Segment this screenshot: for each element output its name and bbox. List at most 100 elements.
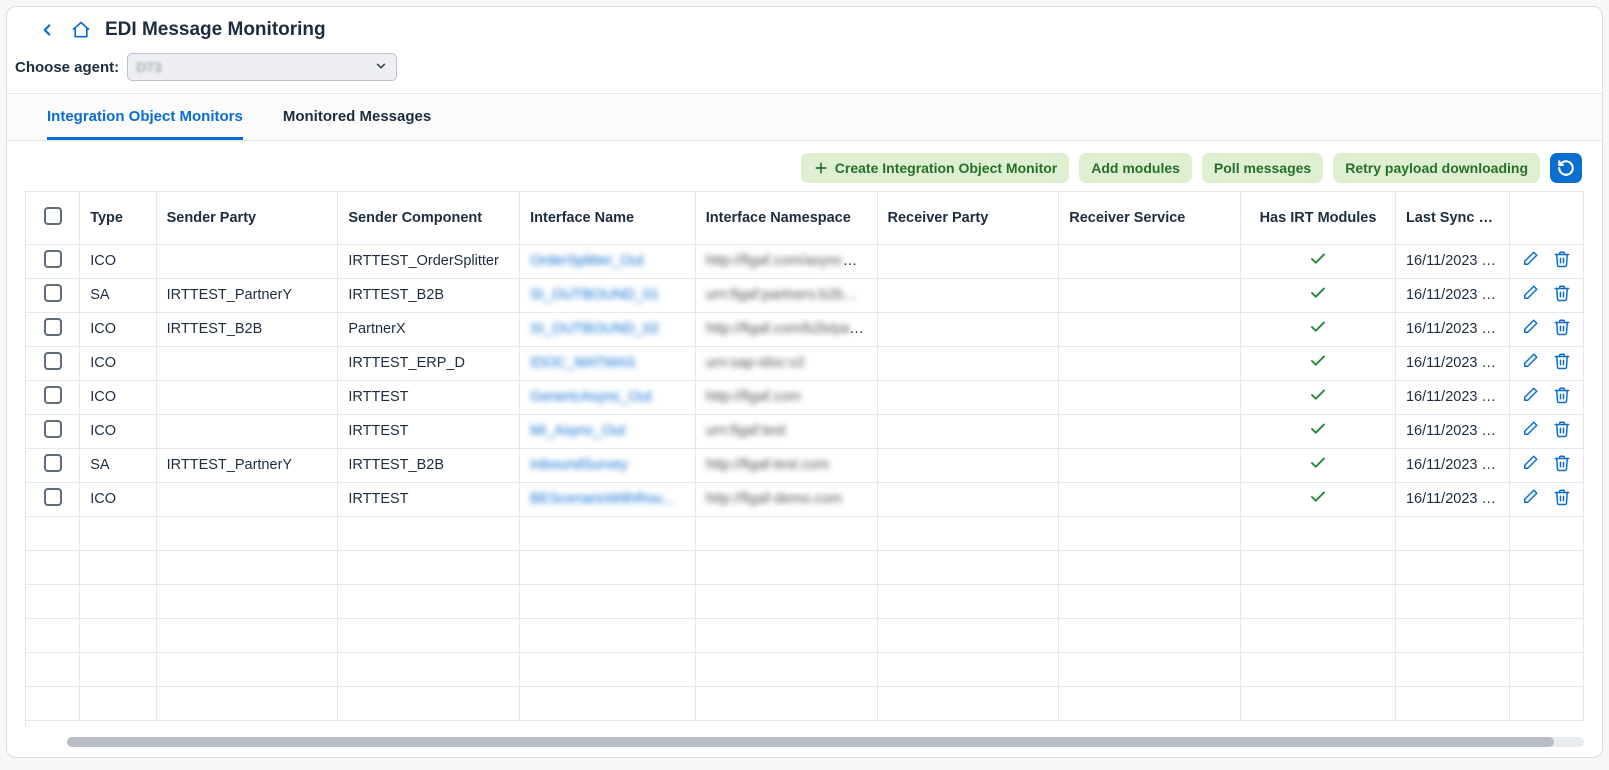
edit-button[interactable] <box>1521 386 1539 408</box>
col-receiver-party[interactable]: Receiver Party <box>877 192 1059 244</box>
cell-interface-namespace: urn:figaf:test <box>695 414 877 448</box>
row-checkbox[interactable] <box>44 250 62 268</box>
cell-has-irt <box>1241 278 1396 312</box>
col-interface-name[interactable]: Interface Name <box>520 192 696 244</box>
table-row: ICOIRTTESTBEScenarioWithRou…http://figaf… <box>26 482 1584 516</box>
cell-actions <box>1509 244 1583 278</box>
cell-interface-name[interactable]: OrderSplitter_Out <box>520 244 696 278</box>
poll-messages-button[interactable]: Poll messages <box>1202 153 1323 183</box>
delete-button[interactable] <box>1553 420 1571 442</box>
col-actions <box>1509 192 1583 244</box>
chevron-down-icon <box>374 59 388 76</box>
cell-interface-name[interactable]: MI_Async_Out <box>520 414 696 448</box>
cell-last-sync: 16/11/2023 16:2 <box>1395 244 1509 278</box>
cell-receiver-party <box>877 380 1059 414</box>
tab-monitored-messages[interactable]: Monitored Messages <box>283 94 431 140</box>
col-last-sync[interactable]: Last Sync Date <box>1395 192 1509 244</box>
cell-interface-name[interactable]: BEScenarioWithRou… <box>520 482 696 516</box>
table-row: SAIRTTEST_PartnerYIRTTEST_B2BSI_OUTBOUND… <box>26 278 1584 312</box>
table-wrapper: Type Sender Party Sender Component Inter… <box>25 191 1584 727</box>
col-interface-namespace[interactable]: Interface Namespace <box>695 192 877 244</box>
agent-select[interactable]: D73 <box>127 53 397 81</box>
page-title: EDI Message Monitoring <box>105 19 326 41</box>
table-row-empty <box>26 584 1584 618</box>
horizontal-scrollbar[interactable] <box>67 737 1584 747</box>
cell-receiver-service <box>1059 278 1241 312</box>
select-all-checkbox[interactable] <box>44 207 62 225</box>
cell-interface-name[interactable]: InboundSurvey <box>520 448 696 482</box>
cell-sender-party <box>156 482 338 516</box>
cell-interface-name[interactable]: SI_OUTBOUND_02 <box>520 312 696 346</box>
cell-sender-party: IRTTEST_PartnerY <box>156 278 338 312</box>
cell-has-irt <box>1241 346 1396 380</box>
table-row-empty <box>26 550 1584 584</box>
row-checkbox[interactable] <box>44 420 62 438</box>
edit-button[interactable] <box>1521 420 1539 442</box>
home-button[interactable] <box>71 20 91 40</box>
cell-receiver-service <box>1059 244 1241 278</box>
cell-sender-component: IRTTEST_B2B <box>338 448 520 482</box>
edit-button[interactable] <box>1521 318 1539 340</box>
col-sender-party[interactable]: Sender Party <box>156 192 338 244</box>
col-has-irt[interactable]: Has IRT Modules <box>1241 192 1396 244</box>
horizontal-scrollbar-thumb[interactable] <box>67 737 1554 747</box>
edit-button[interactable] <box>1521 454 1539 476</box>
edit-button[interactable] <box>1521 284 1539 306</box>
row-checkbox[interactable] <box>44 454 62 472</box>
edit-button[interactable] <box>1521 488 1539 510</box>
cell-type: ICO <box>80 482 156 516</box>
cell-receiver-service <box>1059 448 1241 482</box>
table-body: ICO IRTTEST_OrderSplitterOrderSplitter_Ou… <box>26 244 1584 720</box>
cell-sender-component: IRTTEST_OrderSplitter <box>338 244 520 278</box>
cell-has-irt <box>1241 448 1396 482</box>
check-icon <box>1309 456 1327 476</box>
cell-interface-name[interactable]: IDOC_MATMAS <box>520 346 696 380</box>
delete-button[interactable] <box>1553 454 1571 476</box>
cell-receiver-service <box>1059 312 1241 346</box>
cell-interface-name[interactable]: SI_OUTBOUND_01 <box>520 278 696 312</box>
add-modules-button[interactable]: Add modules <box>1079 153 1192 183</box>
row-checkbox[interactable] <box>44 352 62 370</box>
cell-has-irt <box>1241 414 1396 448</box>
cell-interface-namespace: urn:figaf:partners:b2b… <box>695 278 877 312</box>
col-type[interactable]: Type <box>80 192 156 244</box>
row-checkbox[interactable] <box>44 284 62 302</box>
table-row: ICOIRTTEST_ERP_DIDOC_MATMASurn:sap-idoc:… <box>26 346 1584 380</box>
row-checkbox[interactable] <box>44 386 62 404</box>
cell-actions <box>1509 482 1583 516</box>
table-row: ICO IRTTEST_OrderSplitterOrderSplitter_Ou… <box>26 244 1584 278</box>
back-button[interactable] <box>37 20 57 40</box>
cell-last-sync: 16/11/2023 16:2 <box>1395 482 1509 516</box>
edit-button[interactable] <box>1521 250 1539 272</box>
table-row-empty <box>26 618 1584 652</box>
cell-sender-party: IRTTEST_B2B <box>156 312 338 346</box>
check-icon <box>1309 286 1327 306</box>
cell-receiver-service <box>1059 482 1241 516</box>
delete-button[interactable] <box>1553 488 1571 510</box>
row-checkbox[interactable] <box>44 318 62 336</box>
col-receiver-service[interactable]: Receiver Service <box>1059 192 1241 244</box>
tab-integration-object-monitors[interactable]: Integration Object Monitors <box>47 94 243 140</box>
cell-type: ICO <box>80 244 156 278</box>
delete-button[interactable] <box>1553 386 1571 408</box>
create-monitor-button[interactable]: Create Integration Object Monitor <box>801 153 1069 183</box>
edit-button[interactable] <box>1521 352 1539 374</box>
refresh-button[interactable] <box>1550 153 1582 183</box>
col-sender-component[interactable]: Sender Component <box>338 192 520 244</box>
delete-button[interactable] <box>1553 284 1571 306</box>
delete-button[interactable] <box>1553 352 1571 374</box>
monitors-table: Type Sender Party Sender Component Inter… <box>26 192 1584 721</box>
cell-interface-name[interactable]: GenericAsync_Out <box>520 380 696 414</box>
row-checkbox[interactable] <box>44 488 62 506</box>
cell-actions <box>1509 448 1583 482</box>
delete-button[interactable] <box>1553 318 1571 340</box>
cell-sender-component: PartnerX <box>338 312 520 346</box>
retry-download-button[interactable]: Retry payload downloading <box>1333 153 1540 183</box>
agent-select-value: D73 <box>136 59 162 75</box>
delete-button[interactable] <box>1553 250 1571 272</box>
toolbar: Create Integration Object Monitor Add mo… <box>7 141 1602 191</box>
cell-receiver-party <box>877 278 1059 312</box>
check-icon <box>1309 388 1327 408</box>
cell-type: ICO <box>80 346 156 380</box>
cell-interface-namespace: http://figaf-demo.com <box>695 482 877 516</box>
